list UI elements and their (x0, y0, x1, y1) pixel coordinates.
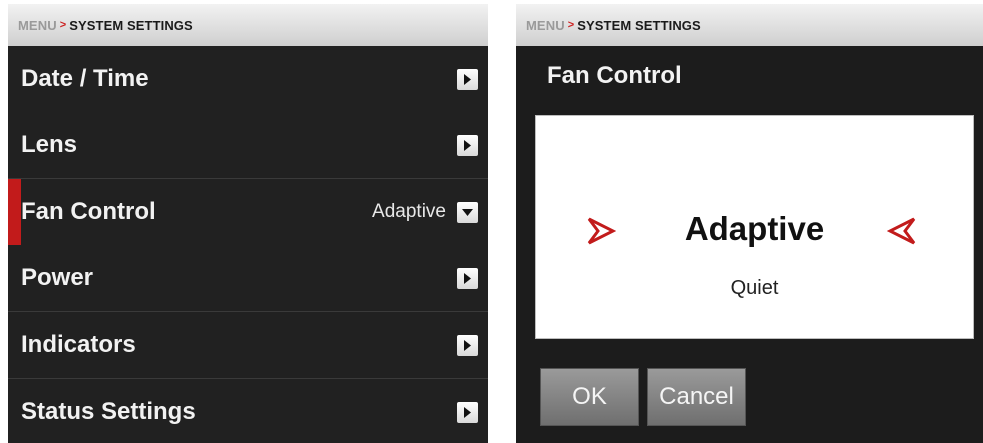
selection-accent (8, 245, 21, 311)
menu-item-status-settings[interactable]: Status Settings (8, 379, 488, 443)
menu-item-label: Indicators (21, 331, 136, 358)
chevron-down-icon[interactable] (457, 201, 478, 223)
breadcrumb-separator-icon: > (567, 19, 575, 31)
menu-item-indicators[interactable]: Indicators (8, 312, 488, 379)
selection-accent (8, 179, 21, 245)
menu-item-lens[interactable]: Lens (8, 112, 488, 179)
menu-item-label: Date / Time (21, 65, 149, 92)
breadcrumb-current: SYSTEM SETTINGS (69, 17, 193, 33)
chevron-right-icon[interactable] (457, 401, 478, 423)
chevron-right-icon[interactable] (457, 134, 478, 156)
fan-control-current-value: Adaptive (372, 201, 446, 222)
chevron-right-icon[interactable] (457, 267, 478, 289)
cancel-button[interactable]: Cancel (647, 368, 746, 426)
fan-mode-picker[interactable]: Adaptive Quiet (535, 115, 974, 339)
chevron-right-icon[interactable] (457, 334, 478, 356)
settings-list: Date / Time Lens Fan Control Adaptive Po… (8, 46, 488, 443)
selection-accent (8, 112, 21, 178)
dialog-title: Fan Control (547, 62, 682, 89)
breadcrumb-menu[interactable]: MENU (18, 18, 57, 33)
menu-item-label: Status Settings (21, 398, 196, 425)
selection-accent (8, 46, 21, 112)
ok-button[interactable]: OK (540, 368, 639, 426)
menu-item-label: Lens (21, 131, 78, 158)
system-settings-menu-panel: MENU > SYSTEM SETTINGS Date / Time Lens … (8, 4, 488, 443)
menu-item-label: Fan Control (21, 198, 156, 225)
selection-accent (8, 312, 21, 378)
breadcrumb: MENU > SYSTEM SETTINGS (8, 4, 488, 46)
breadcrumb-menu[interactable]: MENU (526, 18, 565, 33)
selection-accent (8, 379, 21, 443)
menu-item-fan-control[interactable]: Fan Control Adaptive (8, 179, 488, 246)
fan-control-dialog-panel: MENU > SYSTEM SETTINGS Fan Control Adapt… (516, 4, 983, 443)
breadcrumb-current: SYSTEM SETTINGS (577, 17, 701, 33)
picker-next-value[interactable]: Quiet (536, 277, 973, 300)
breadcrumb-separator-icon: > (59, 19, 67, 31)
menu-item-label: Power (21, 264, 94, 291)
menu-item-power[interactable]: Power (8, 245, 488, 312)
chevron-right-icon[interactable] (457, 68, 478, 90)
breadcrumb: MENU > SYSTEM SETTINGS (516, 4, 983, 46)
chevron-left-outline-icon[interactable] (886, 216, 917, 246)
menu-item-date-time[interactable]: Date / Time (8, 46, 488, 113)
